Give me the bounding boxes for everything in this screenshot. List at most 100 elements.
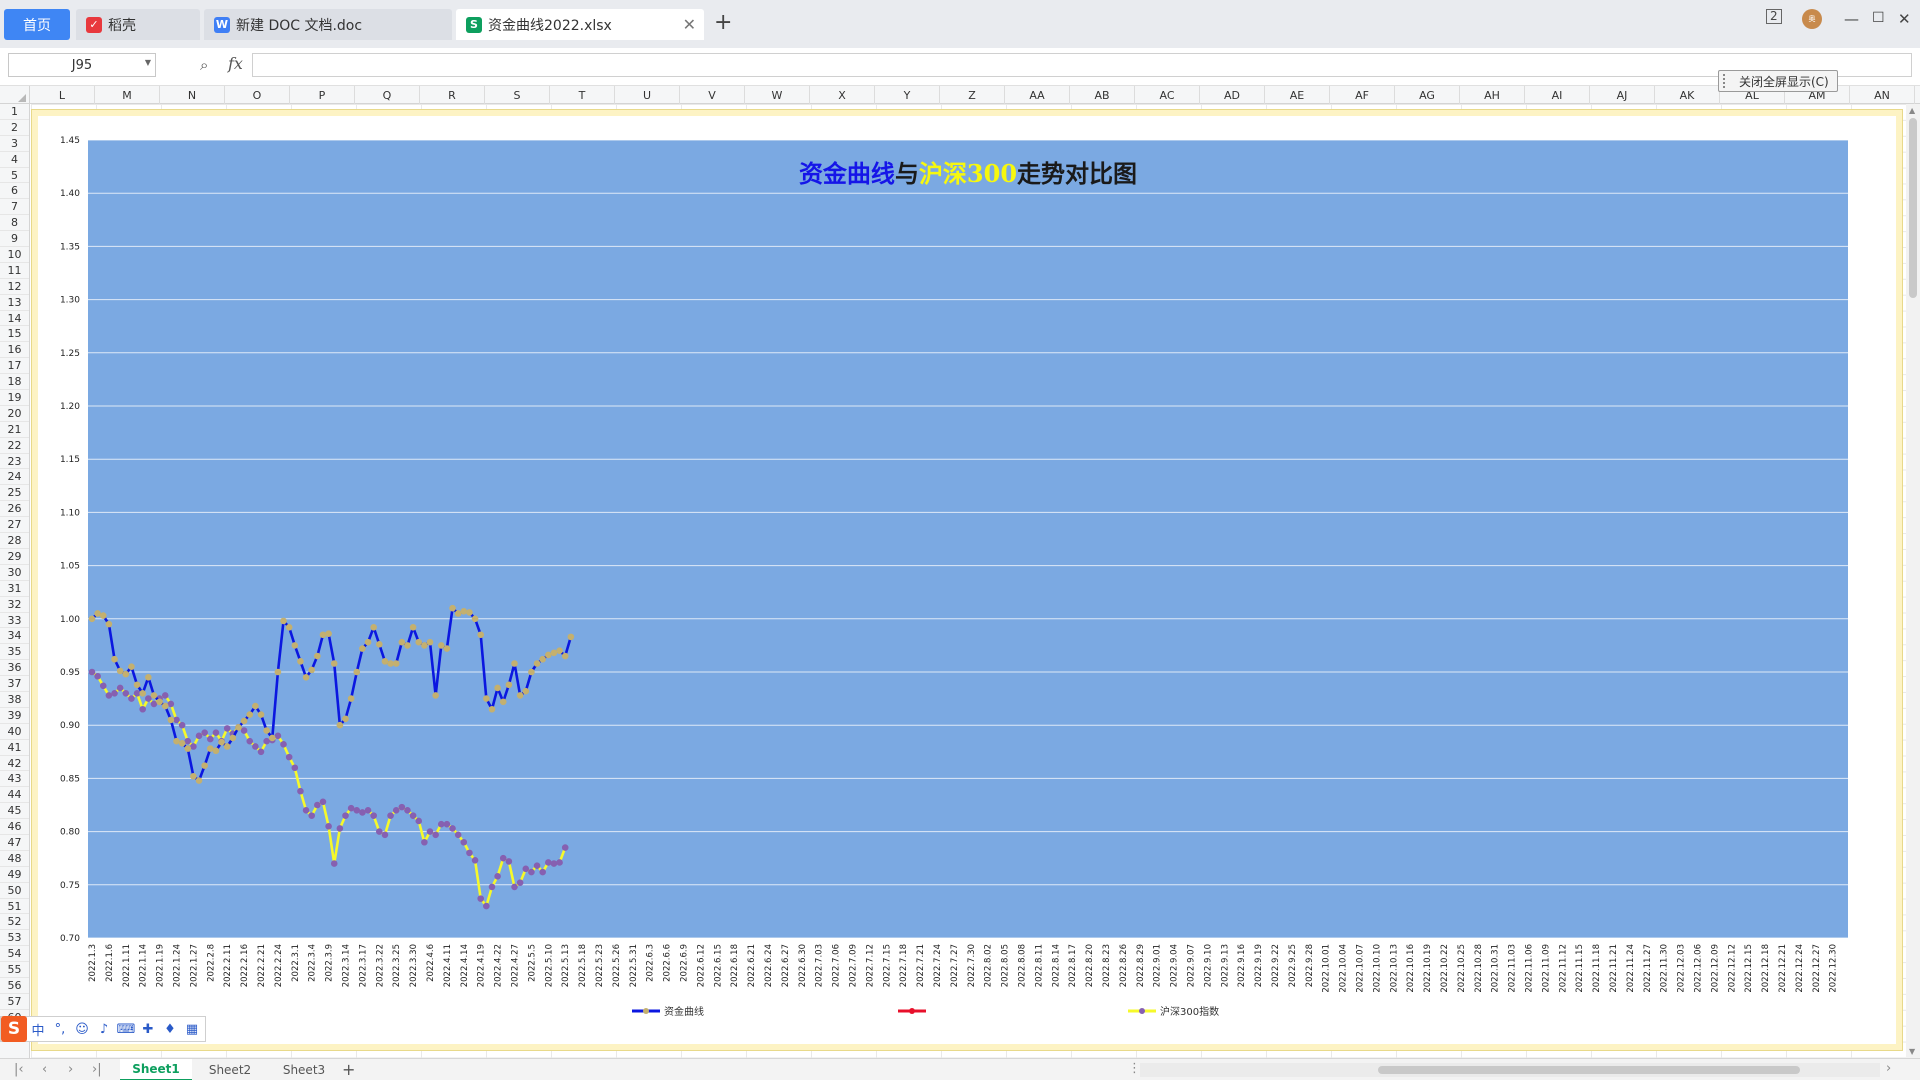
row-header-cell[interactable]: 52 <box>0 914 29 931</box>
row-header-cell[interactable]: 44 <box>0 787 29 804</box>
maximize-icon[interactable]: ☐ <box>1872 10 1885 26</box>
column-header-cell[interactable]: AF <box>1330 86 1395 104</box>
ime-skin-icon[interactable]: ♦ <box>159 1022 181 1037</box>
tab-spreadsheet-active[interactable]: S 资金曲线2022.xlsx ✕ <box>456 9 704 40</box>
column-header-cell[interactable]: AJ <box>1590 86 1655 104</box>
select-all-corner[interactable] <box>0 86 30 104</box>
column-header-cell[interactable]: M <box>95 86 160 104</box>
tab-docer[interactable]: ✓ 稻壳 <box>76 9 200 40</box>
column-header-cell[interactable]: T <box>550 86 615 104</box>
zoom-icon[interactable]: ⌕ <box>200 56 208 74</box>
ime-voice-icon[interactable]: ♪ <box>93 1022 115 1037</box>
grip-handle-icon[interactable] <box>1723 74 1731 88</box>
last-sheet-icon[interactable]: ›| <box>92 1062 102 1077</box>
tab-home[interactable]: 首页 <box>4 9 70 40</box>
horizontal-scrollbar[interactable] <box>1140 1063 1880 1077</box>
row-header-cell[interactable]: 51 <box>0 899 29 915</box>
column-header-cell[interactable]: AK <box>1655 86 1720 104</box>
column-header-cell[interactable]: X <box>810 86 875 104</box>
new-tab-button[interactable]: + <box>714 10 732 35</box>
column-header-cell[interactable]: R <box>420 86 485 104</box>
row-header-cell[interactable]: 45 <box>0 803 29 820</box>
row-header-cell[interactable]: 30 <box>0 565 29 581</box>
row-header-cell[interactable]: 4 <box>0 152 29 168</box>
ime-tools-icon[interactable]: ✚ <box>137 1022 159 1037</box>
column-header-cell[interactable]: AB <box>1070 86 1135 104</box>
row-header-cell[interactable]: 22 <box>0 438 29 454</box>
row-header-cell[interactable]: 55 <box>0 962 29 978</box>
user-avatar[interactable]: 奥 <box>1802 9 1822 29</box>
column-header-cell[interactable]: AH <box>1460 86 1525 104</box>
ime-keyboard-icon[interactable]: ⌨ <box>115 1022 137 1037</box>
scroll-down-icon[interactable]: ▼ <box>1909 1047 1915 1056</box>
row-header-cell[interactable]: 27 <box>0 517 29 534</box>
column-header-cell[interactable]: U <box>615 86 680 104</box>
column-header-cell[interactable]: Z <box>940 86 1005 104</box>
row-header-cell[interactable]: 41 <box>0 740 29 756</box>
vertical-scroll-thumb[interactable] <box>1909 118 1917 298</box>
row-header-cell[interactable]: 39 <box>0 708 29 724</box>
row-header-cell[interactable]: 16 <box>0 342 29 359</box>
row-header-cell[interactable]: 46 <box>0 819 29 835</box>
column-header-cell[interactable]: W <box>745 86 810 104</box>
chevron-down-icon[interactable]: ▼ <box>145 58 151 67</box>
row-header-cell[interactable]: 35 <box>0 644 29 661</box>
row-header-cell[interactable]: 48 <box>0 851 29 867</box>
row-header-cell[interactable]: 28 <box>0 533 29 549</box>
vertical-scrollbar[interactable]: ▲ ▼ <box>1906 104 1920 1058</box>
row-header-cell[interactable]: 6 <box>0 183 29 200</box>
ime-logo-icon[interactable]: S <box>1 1016 27 1042</box>
row-header-cell[interactable]: 53 <box>0 930 29 947</box>
column-header-cell[interactable]: P <box>290 86 355 104</box>
column-header-cell[interactable]: AN <box>1850 86 1915 104</box>
column-header-cell[interactable]: AC <box>1135 86 1200 104</box>
sheet-tab-3[interactable]: Sheet3 <box>268 1059 340 1080</box>
tab-document[interactable]: W 新建 DOC 文档.doc <box>204 9 452 40</box>
row-header-cell[interactable]: 56 <box>0 978 29 994</box>
row-header-cell[interactable]: 5 <box>0 168 29 184</box>
exit-fullscreen-button[interactable]: 关闭全屏显示(C) <box>1718 70 1838 92</box>
column-header-cell[interactable]: O <box>225 86 290 104</box>
row-header-cell[interactable]: 40 <box>0 724 29 740</box>
row-header-cell[interactable]: 1 <box>0 104 29 120</box>
column-header-cell[interactable]: AE <box>1265 86 1330 104</box>
prev-sheet-icon[interactable]: ‹ <box>42 1062 47 1077</box>
row-header-cell[interactable]: 2 <box>0 120 29 136</box>
formula-input[interactable] <box>252 53 1912 77</box>
close-tab-icon[interactable]: ✕ <box>683 15 696 34</box>
row-header-cell[interactable]: 15 <box>0 326 29 343</box>
column-header-cell[interactable]: AD <box>1200 86 1265 104</box>
row-header-cell[interactable]: 21 <box>0 422 29 438</box>
horizontal-scroll-thumb[interactable] <box>1378 1066 1800 1074</box>
row-header-cell[interactable]: 54 <box>0 946 29 963</box>
sheet-tab-1[interactable]: Sheet1 <box>120 1059 192 1080</box>
column-header-cell[interactable]: N <box>160 86 225 104</box>
chart-object[interactable]: 0.70 0.75 0.80 0.85 0.90 0.95 1.00 1.05 1.10 1.15… <box>31 109 1903 1051</box>
row-header-cell[interactable]: 20 <box>0 406 29 422</box>
row-header-cell[interactable]: 3 <box>0 136 29 152</box>
row-header-cell[interactable]: 8 <box>0 215 29 232</box>
row-header-cell[interactable]: 23 <box>0 454 29 470</box>
column-header-cell[interactable]: AG <box>1395 86 1460 104</box>
row-header-cell[interactable]: 7 <box>0 199 29 216</box>
row-header-cell[interactable]: 25 <box>0 485 29 502</box>
next-sheet-icon[interactable]: › <box>68 1062 73 1077</box>
column-header-cell[interactable]: Q <box>355 86 420 104</box>
ime-menu-icon[interactable]: ▦ <box>181 1022 203 1037</box>
name-box[interactable]: J95 ▼ <box>8 53 156 77</box>
sheet-tab-2[interactable]: Sheet2 <box>194 1059 266 1080</box>
row-header-cell[interactable]: 18 <box>0 374 29 391</box>
row-header-cell[interactable]: 29 <box>0 549 29 565</box>
add-sheet-button[interactable]: + <box>342 1060 355 1079</box>
ime-chinese-mode-icon[interactable]: 中 <box>27 1020 49 1039</box>
row-header-cell[interactable]: 11 <box>0 263 29 279</box>
row-header-cell[interactable]: 19 <box>0 390 29 406</box>
scroll-right-icon[interactable]: › <box>1886 1061 1891 1076</box>
column-header-cell[interactable]: AA <box>1005 86 1070 104</box>
row-header-cell[interactable]: 9 <box>0 231 29 248</box>
column-header-cell[interactable]: L <box>30 86 95 104</box>
row-header-cell[interactable]: 37 <box>0 676 29 692</box>
minimize-icon[interactable]: — <box>1844 10 1859 28</box>
scroll-up-icon[interactable]: ▲ <box>1909 106 1915 115</box>
function-icon[interactable]: fx <box>228 54 243 73</box>
